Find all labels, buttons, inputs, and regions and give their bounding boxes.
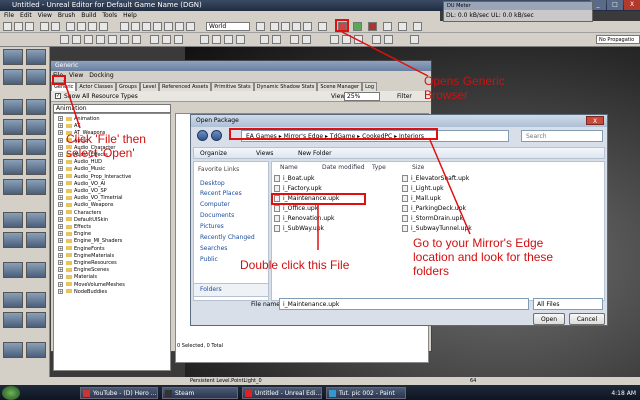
status-actor: Persistent Level.PointLight_0 [190,378,262,384]
annotation-me-line3: folders [413,264,450,278]
annotation-file-line2: select 'Open' [66,146,135,160]
steam-icon [165,390,172,397]
task-youtube[interactable]: YouTube - (D) Hero ... [80,387,158,399]
start-button[interactable] [2,386,20,400]
annotation-double-click: Double click this File [240,258,350,272]
annotation-box-breadcrumb [229,128,438,140]
annotation-me-line1: Go to your Mirror's Edge [413,236,544,250]
annotation-generic-line1: Opens Generic [424,74,505,88]
annotation-box-maintenance [271,193,366,205]
annotation-box-file-menu [52,75,66,85]
youtube-icon [83,390,90,397]
status-zoom: 64 [470,378,477,384]
annotation-generic-browser: Opens Generic Browser [424,74,505,102]
task-paint[interactable]: Tut. pic 002 - Paint [326,387,406,399]
task-steam[interactable]: Steam [162,387,238,399]
annotation-generic-line2: Browser [424,88,469,102]
annotation-file-line1: Click 'File' then [66,132,146,146]
taskbar-clock: 4:18 AM [611,390,636,397]
paint-icon [329,390,336,397]
unreal-icon [245,390,252,397]
annotation-mirrors-edge: Go to your Mirror's Edge location and lo… [413,236,553,278]
annotation-me-line2: location and look for these [413,250,554,264]
task-unreal[interactable]: Untitled - Unreal Edi... [242,387,322,399]
editor-statusbar: Persistent Level.PointLight_0 64 [0,377,640,385]
annotation-file-open: Click 'File' then select 'Open' [66,132,146,160]
